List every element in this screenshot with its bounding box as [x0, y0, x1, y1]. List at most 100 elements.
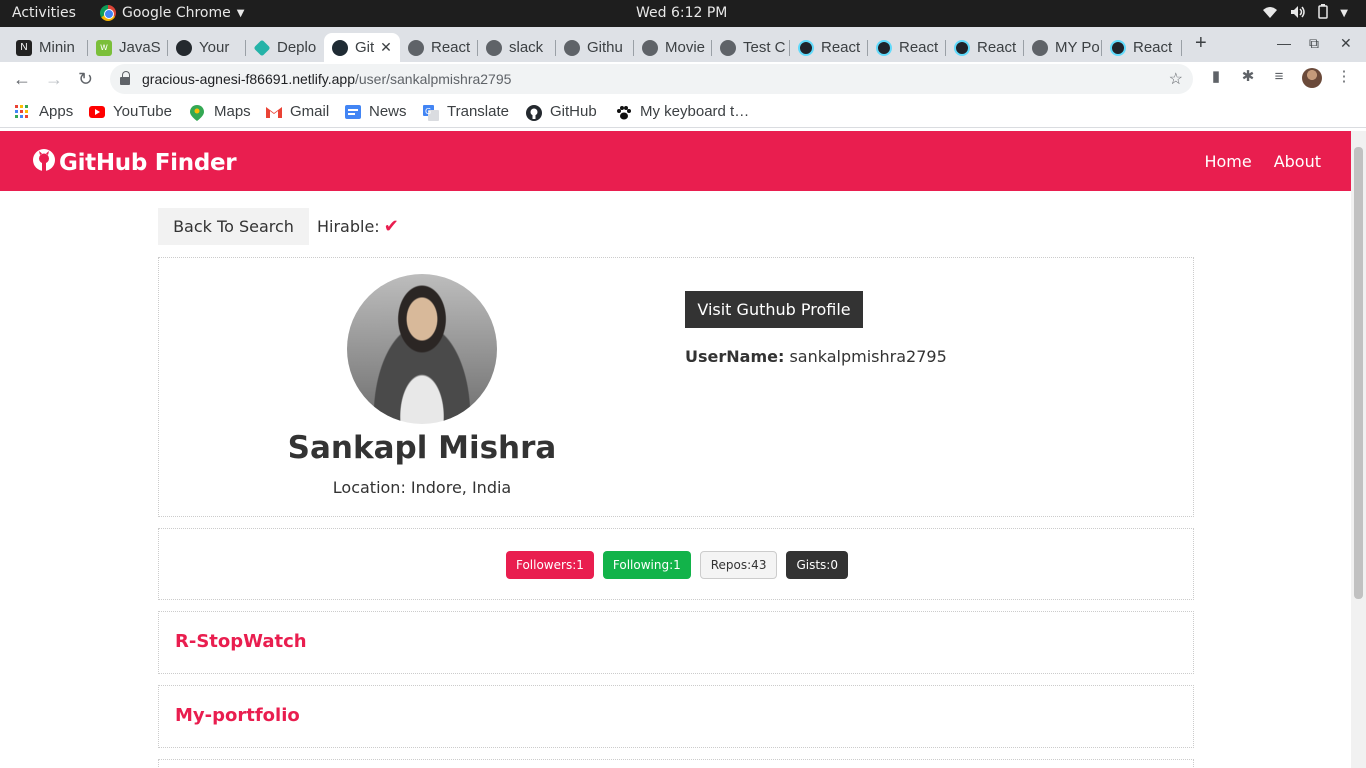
stats-card: Followers:1 Following:1 Repos:43 Gists:0	[158, 528, 1194, 600]
system-tray[interactable]: ▼	[1262, 4, 1348, 23]
bookmark-maps[interactable]: Maps	[190, 103, 251, 121]
nav-link-about[interactable]: About	[1274, 152, 1321, 171]
tab[interactable]: Githu	[556, 33, 634, 62]
profile-location: Location: Indore, India	[332, 478, 512, 497]
tab[interactable]: Movie	[634, 33, 712, 62]
following-badge: Following:1	[602, 551, 691, 579]
app-navbar: GitHub Finder Home About	[0, 131, 1351, 191]
news-icon	[345, 104, 361, 119]
url-path: /user/sankalpmishra2795	[355, 71, 512, 87]
youtube-icon	[89, 105, 105, 119]
scrollbar-thumb[interactable]	[1354, 147, 1363, 599]
tab[interactable]: React	[1102, 33, 1182, 62]
system-menu-chevron-icon: ▼	[1340, 8, 1348, 19]
reload-icon[interactable]: ↻	[78, 69, 93, 90]
svg-text:G: G	[425, 107, 431, 116]
bookmark-my-keyboard[interactable]: My keyboard t…	[616, 103, 749, 120]
repo-item	[158, 759, 1194, 768]
tab[interactable]: slack	[478, 33, 556, 62]
repo-link[interactable]: My-portfolio	[175, 705, 300, 726]
tab[interactable]: React	[868, 33, 946, 62]
toolbar: ← → ↻ gracious-agnesi-f86691.netlify.app…	[0, 62, 1366, 97]
globe-icon	[564, 39, 580, 56]
github-icon	[32, 148, 56, 178]
bookmark-news[interactable]: News	[345, 103, 407, 120]
lock-icon[interactable]	[120, 71, 130, 85]
tab[interactable]: Your	[168, 33, 246, 62]
tab[interactable]: Deplo	[246, 33, 324, 62]
hirable-status: Hirable: ✔	[317, 216, 399, 237]
apps-grid-icon	[15, 104, 31, 119]
media-control-icon[interactable]: ≡	[1271, 69, 1287, 85]
bookmark-apps[interactable]: Apps	[15, 103, 73, 120]
hirable-label: Hirable:	[317, 217, 380, 236]
activities-button[interactable]: Activities	[12, 5, 76, 21]
repo-link[interactable]: R-StopWatch	[175, 631, 307, 652]
chrome-icon	[100, 5, 116, 21]
tab[interactable]: w JavaS	[88, 33, 168, 62]
brand-logo[interactable]: GitHub Finder	[32, 148, 237, 178]
bookmarks-bar: Apps YouTube Maps Gmail News G Translate…	[0, 97, 1366, 128]
profile-avatar[interactable]	[1302, 68, 1322, 88]
chevron-down-icon: ▼	[236, 7, 245, 19]
bookmark-star-icon[interactable]: ☆	[1169, 69, 1183, 89]
bookmark-youtube[interactable]: YouTube	[89, 103, 172, 120]
tab[interactable]: Test C	[712, 33, 790, 62]
tab[interactable]: MY Po	[1024, 33, 1102, 62]
tab-active[interactable]: Git ✕	[324, 33, 400, 62]
brand-title: GitHub Finder	[59, 150, 237, 176]
new-tab-button[interactable]: +	[1195, 32, 1207, 55]
tab[interactable]: React	[790, 33, 868, 62]
username-row: UserName: sankalpmishra2795	[685, 347, 947, 366]
paw-icon	[616, 105, 632, 119]
tab[interactable]: N Minin	[8, 33, 88, 62]
react-icon	[876, 39, 892, 56]
bookmark-translate[interactable]: G Translate	[423, 103, 509, 121]
page-scrollbar[interactable]	[1351, 131, 1366, 768]
tab-favicon-icon: N	[16, 39, 32, 56]
react-icon	[954, 39, 970, 56]
close-window-button[interactable]: ✕	[1340, 35, 1352, 52]
chrome-menu-icon[interactable]: ⋮	[1336, 69, 1352, 85]
web-page: GitHub Finder Home About Back To Search …	[0, 131, 1351, 768]
back-arrow-icon[interactable]: ←	[13, 69, 31, 90]
clock[interactable]: Wed 6:12 PM	[636, 5, 727, 21]
address-bar[interactable]: gracious-agnesi-f86691.netlify.app/user/…	[110, 64, 1193, 94]
wifi-icon	[1262, 5, 1278, 23]
app-menu[interactable]: Google Chrome ▼	[100, 5, 244, 21]
profile-avatar	[347, 274, 497, 424]
close-tab-icon[interactable]: ✕	[380, 39, 392, 56]
profile-name: Sankapl Mishra	[287, 430, 557, 466]
netlify-icon	[253, 39, 271, 56]
react-icon	[332, 39, 348, 56]
username-value: sankalpmishra2795	[789, 347, 947, 366]
volume-icon	[1290, 5, 1306, 23]
minimize-button[interactable]: —	[1277, 35, 1291, 51]
extension-icon[interactable]: ▮	[1208, 69, 1224, 85]
tab[interactable]: React	[400, 33, 478, 62]
puzzle-extensions-icon[interactable]: ✱	[1240, 69, 1256, 85]
tab[interactable]: React	[946, 33, 1024, 62]
back-to-search-button[interactable]: Back To Search	[158, 208, 309, 245]
visit-github-profile-button[interactable]: Visit Guthub Profile	[685, 291, 863, 328]
forward-arrow-icon[interactable]: →	[45, 69, 63, 90]
bookmark-github[interactable]: GitHub	[526, 103, 597, 121]
maximize-button[interactable]: ⧉	[1309, 35, 1319, 52]
repo-item: R-StopWatch	[158, 611, 1194, 674]
gmail-icon	[266, 105, 282, 119]
followers-badge: Followers:1	[505, 551, 594, 579]
tab-strip: N Minin w JavaS Your Deplo Git ✕ React slac…	[0, 27, 1366, 62]
bookmark-gmail[interactable]: Gmail	[266, 103, 329, 120]
app-name: Google Chrome	[122, 5, 231, 21]
nav-links: Home About	[1204, 152, 1321, 171]
react-icon	[1110, 39, 1126, 56]
url-host: gracious-agnesi-f86691.netlify.app	[142, 71, 355, 87]
repos-badge: Repos:43	[699, 551, 778, 579]
nav-link-home[interactable]: Home	[1204, 152, 1251, 171]
globe-icon	[642, 39, 658, 56]
tab-favicon-icon: w	[96, 39, 112, 56]
github-icon	[176, 39, 192, 56]
github-icon	[526, 104, 542, 121]
stats-badges: Followers:1 Following:1 Repos:43 Gists:0	[159, 551, 1193, 579]
gists-badge: Gists:0	[786, 551, 848, 579]
